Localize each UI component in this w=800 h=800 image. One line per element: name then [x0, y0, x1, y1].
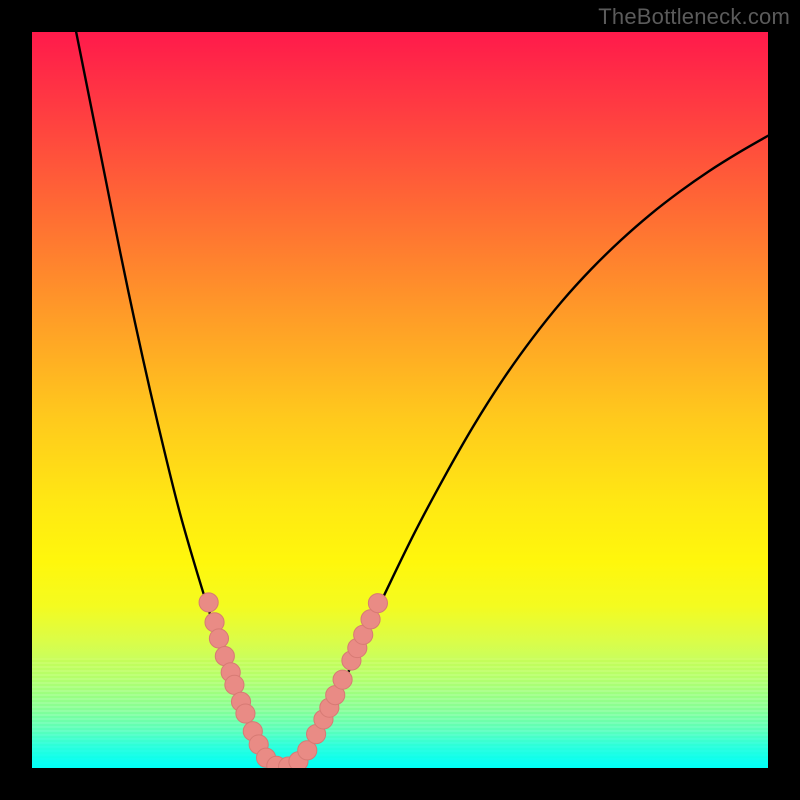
highlight-dot — [199, 593, 218, 612]
highlight-dot — [209, 629, 228, 648]
highlight-dot — [333, 670, 352, 689]
highlight-dot — [236, 704, 255, 723]
highlight-dots — [199, 593, 387, 768]
chart-svg — [32, 32, 768, 768]
bottleneck-curve — [76, 32, 768, 767]
highlight-dot — [225, 675, 244, 694]
highlight-dot — [368, 594, 387, 613]
plot-area — [32, 32, 768, 768]
outer-frame: TheBottleneck.com — [0, 0, 800, 800]
watermark-text: TheBottleneck.com — [598, 4, 790, 30]
